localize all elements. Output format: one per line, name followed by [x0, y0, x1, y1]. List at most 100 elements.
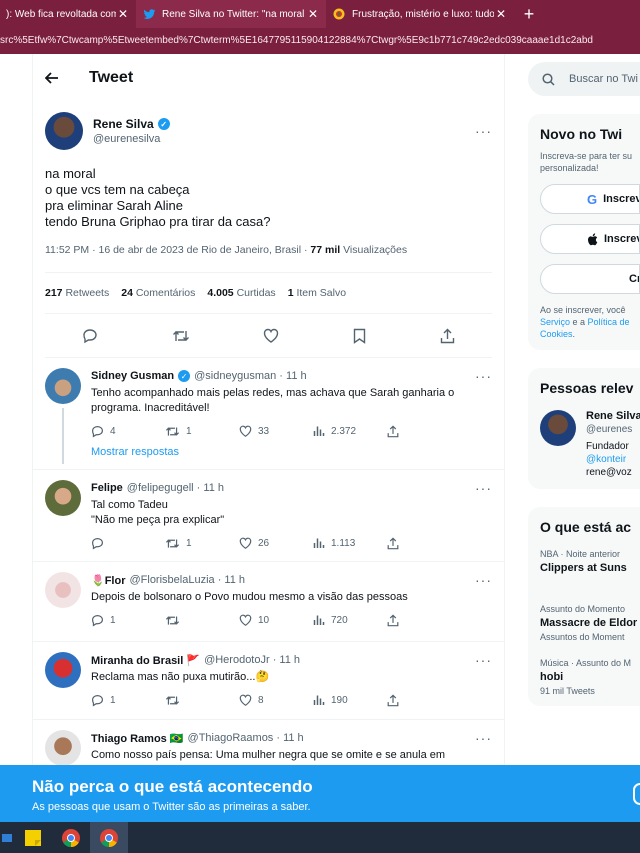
views-count-button[interactable]: 720 [313, 614, 387, 626]
browser-tab-active[interactable]: Rene Silva no Twitter: "na moral o ✕ [136, 0, 326, 28]
more-options-icon[interactable]: ··· [475, 368, 492, 384]
timestamp-text[interactable]: 11:52 PM · 16 de abr de 2023 de Rio de J… [45, 244, 310, 256]
like-count: 8 [258, 694, 264, 706]
reply-avatar[interactable] [45, 572, 81, 608]
browser-tab[interactable]: ): Web fica revoltada com a ✕ [0, 0, 136, 28]
privacy-policy-link[interactable]: Política de [588, 317, 630, 327]
tweet-line: pra eliminar Sarah Aline [45, 198, 184, 213]
author-avatar[interactable] [45, 112, 83, 150]
chrome-profile-icon[interactable] [90, 822, 128, 853]
terms-of-service-link[interactable]: Serviço [540, 317, 570, 327]
reply-author-name[interactable]: Felipe [91, 482, 123, 494]
retweet-count-button[interactable] [165, 614, 239, 627]
retweet-count-button[interactable] [165, 694, 239, 707]
bookmark-icon[interactable] [353, 328, 366, 344]
trend-item[interactable]: Assunto do Momento Massacre de Eldor Ass… [540, 604, 640, 642]
views-count-button[interactable]: 1.113 [313, 537, 387, 549]
chrome-icon[interactable] [52, 822, 90, 853]
reply-handle[interactable]: @sidneygusman · 11 h [194, 370, 306, 382]
retweet-count-button[interactable]: 1 [165, 425, 239, 438]
like-count-button[interactable]: 8 [239, 694, 313, 706]
reply-handle[interactable]: @FlorisbelaLuzia · 11 h [129, 574, 245, 586]
reply-author-name[interactable]: Thiago Ramos 🇧🇷 [91, 732, 184, 745]
reply-item[interactable]: 🌷Flor @FlorisbelaLuzia · 11 h ··· Depois… [33, 562, 504, 642]
reply-count-button[interactable]: 4 [91, 425, 165, 438]
verified-badge-icon: ✓ [157, 118, 170, 130]
main-column: Tweet Rene Silva ✓ @eurenesilva ··· na m… [32, 54, 505, 765]
likes-stat[interactable]: 4.005 Curtidas [207, 287, 275, 299]
trend-item[interactable]: NBA · Noite anterior Clippers at Suns [540, 549, 640, 574]
more-options-icon[interactable]: ··· [475, 572, 492, 588]
person-name[interactable]: Rene Silva [586, 410, 640, 423]
show-replies-link[interactable]: Mostrar respostas [91, 446, 492, 466]
reply-avatar[interactable] [45, 730, 81, 765]
reply-item[interactable]: Sidney Gusman ✓ @sidneygusman · 11 h ···… [33, 358, 504, 470]
author-handle[interactable]: @eurenesilva [93, 133, 170, 145]
more-options-icon[interactable]: ··· [475, 730, 492, 746]
like-icon[interactable] [263, 328, 279, 343]
close-tab-icon[interactable]: ✕ [116, 7, 130, 21]
apple-signup-button[interactable]: Inscrev [540, 224, 640, 254]
reply-count-button[interactable]: 1 [91, 694, 165, 707]
reply-actions: 1 26 1.113 [91, 528, 492, 558]
views-count-button[interactable]: 190 [313, 694, 387, 706]
reply-avatar[interactable] [45, 652, 81, 688]
reply-avatar[interactable] [45, 480, 81, 516]
search-box[interactable]: Buscar no Twi [528, 62, 640, 96]
reply-author-name[interactable]: Sidney Gusman [91, 370, 174, 382]
retweets-stat[interactable]: 217 Retweets [45, 287, 109, 299]
reply-handle[interactable]: @ThiagoRaamos · 11 h [188, 732, 304, 744]
reply-avatar[interactable] [45, 368, 81, 404]
reply-count-button[interactable]: 1 [91, 614, 165, 627]
create-account-button[interactable]: Cr [540, 264, 640, 294]
bookmarks-stat[interactable]: 1 Item Salvo [288, 287, 346, 299]
more-options-icon[interactable]: ··· [475, 652, 492, 668]
person-avatar[interactable] [540, 410, 576, 446]
stat-count: 4.005 [207, 287, 234, 299]
like-count-button[interactable]: 26 [239, 537, 313, 549]
more-options-icon[interactable]: ··· [475, 123, 492, 139]
share-icon[interactable] [387, 536, 399, 550]
share-icon[interactable] [387, 424, 399, 438]
close-tab-icon[interactable]: ✕ [494, 7, 508, 21]
browser-tab-title: Rene Silva no Twitter: "na moral o [162, 8, 306, 20]
retweet-count-button[interactable]: 1 [165, 537, 239, 550]
author-name[interactable]: Rene Silva ✓ [93, 117, 170, 131]
reply-author-name[interactable]: Miranha do Brasil 🚩 [91, 654, 200, 667]
like-count-button[interactable]: 33 [239, 425, 313, 437]
new-tab-button[interactable]: + [514, 0, 544, 28]
reply-author-name[interactable]: 🌷Flor [91, 574, 125, 587]
trend-item[interactable]: Música · Assunto do M hobi 91 mil Tweets [540, 658, 640, 696]
reply-handle[interactable]: @HerodotoJr · 11 h [204, 654, 300, 666]
mail-app-icon[interactable] [0, 822, 14, 853]
reply-icon[interactable] [82, 328, 98, 344]
comments-stat[interactable]: 24 Comentários [121, 287, 195, 299]
person-handle[interactable]: @eurenes [586, 423, 640, 436]
views-count-button[interactable]: 2.372 [313, 425, 387, 437]
share-icon[interactable] [387, 613, 399, 627]
reply-item[interactable]: Miranha do Brasil 🚩 @HerodotoJr · 11 h ·… [33, 642, 504, 720]
retweet-icon[interactable] [172, 328, 190, 344]
share-icon[interactable] [440, 328, 455, 344]
person-bio-mention[interactable]: @konteir [586, 453, 640, 466]
reply-count-button[interactable] [91, 537, 165, 550]
person-item[interactable]: Rene Silva @eurenes Fundador @konteir re… [540, 410, 640, 479]
view-count: 190 [331, 694, 348, 706]
sticky-notes-icon[interactable] [14, 822, 52, 853]
reply-count: 1 [110, 694, 116, 706]
more-options-icon[interactable]: ··· [475, 480, 492, 496]
close-tab-icon[interactable]: ✕ [306, 7, 320, 21]
reply-handle[interactable]: @felipegugell · 11 h [127, 482, 224, 494]
reply-item[interactable]: Felipe @felipegugell · 11 h ··· Tal como… [33, 470, 504, 562]
reply-item[interactable]: Thiago Ramos 🇧🇷 @ThiagoRaamos · 11 h ···… [33, 720, 504, 765]
like-count-button[interactable]: 10 [239, 614, 313, 626]
browser-tab[interactable]: Frustração, mistério e luxo: tudo ✕ [326, 0, 514, 28]
banner-button[interactable] [633, 783, 640, 805]
share-icon[interactable] [387, 693, 399, 707]
reply-text: Tenho acompanhado mais pelas redes, mas … [91, 387, 455, 414]
google-signup-button[interactable]: G Inscrev [540, 184, 640, 214]
address-bar[interactable]: src%5Etfw%7Ctwcamp%5Etweetembed%7Ctwterm… [0, 28, 640, 54]
back-arrow-icon[interactable] [45, 72, 75, 84]
person-bio-email: rene@voz [586, 467, 632, 478]
cookies-link[interactable]: Cookies [540, 329, 573, 339]
